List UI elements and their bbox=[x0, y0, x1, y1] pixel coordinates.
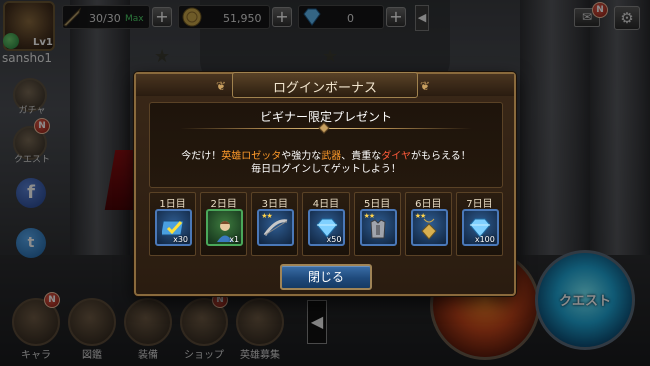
reward-quantity: x30 bbox=[173, 235, 188, 244]
reward-item[interactable]: ★★ bbox=[410, 209, 448, 246]
day-label: 3日目 bbox=[261, 199, 289, 210]
day-slot-5[interactable]: 5日目 ★★ bbox=[353, 192, 401, 256]
message-line-2: 毎日ログインしてゲットしよう！ bbox=[251, 164, 401, 175]
day-slot-4[interactable]: 4日目 x50 bbox=[302, 192, 350, 256]
day-slot-2[interactable]: 2日目 x1 bbox=[200, 192, 248, 256]
armor-icon bbox=[362, 217, 395, 244]
day-slot-1[interactable]: 1日目 x30 bbox=[149, 192, 197, 256]
reward-quantity: x100 bbox=[474, 235, 495, 244]
reward-item[interactable]: x100 bbox=[461, 209, 499, 246]
close-button[interactable]: 閉じる bbox=[280, 264, 372, 290]
login-bonus-dialog: ❦ ログインボーナス ❦ ビギナー限定プレゼント 今だけ！英雄ロゼッタや強力な武… bbox=[134, 72, 516, 296]
dialog-subtitle: ビギナー限定プレゼント bbox=[259, 110, 392, 124]
day-label: 7日目 bbox=[466, 199, 493, 210]
amulet-icon bbox=[413, 217, 446, 244]
reward-item[interactable]: ★★ bbox=[257, 209, 295, 246]
day-label: 2日目 bbox=[210, 199, 237, 210]
day-label: 6日目 bbox=[415, 199, 442, 210]
ornament-icon: ❦ bbox=[216, 79, 227, 93]
reward-quantity: x1 bbox=[229, 235, 240, 244]
day-label: 5日目 bbox=[363, 199, 391, 210]
ornament-icon: ❦ bbox=[420, 79, 431, 93]
reward-item[interactable]: x1 bbox=[206, 209, 244, 246]
reward-item[interactable]: x30 bbox=[155, 209, 192, 246]
reward-item[interactable]: x50 bbox=[308, 209, 346, 246]
reward-quantity: x50 bbox=[326, 235, 342, 244]
reward-item[interactable]: ★★ bbox=[359, 209, 397, 246]
bow-weapon-icon bbox=[259, 217, 292, 244]
day-label: 1日目 bbox=[159, 199, 186, 210]
message-panel: ビギナー限定プレゼント 今だけ！英雄ロゼッタや強力な武器、貴重なダイヤがもらえる… bbox=[149, 102, 503, 188]
dialog-title: ログインボーナス bbox=[272, 81, 377, 96]
day-label: 4日目 bbox=[312, 199, 340, 210]
daily-rewards: 1日目 x30 2日目 x1 3日目 ★★ 4日目 x50 5日目 ★★ 6日目… bbox=[149, 192, 503, 256]
day-slot-7[interactable]: 7日目 x100 bbox=[455, 192, 503, 256]
day-slot-6[interactable]: 6日目 ★★ bbox=[404, 192, 452, 256]
day-slot-3[interactable]: 3日目 ★★ bbox=[251, 192, 299, 256]
